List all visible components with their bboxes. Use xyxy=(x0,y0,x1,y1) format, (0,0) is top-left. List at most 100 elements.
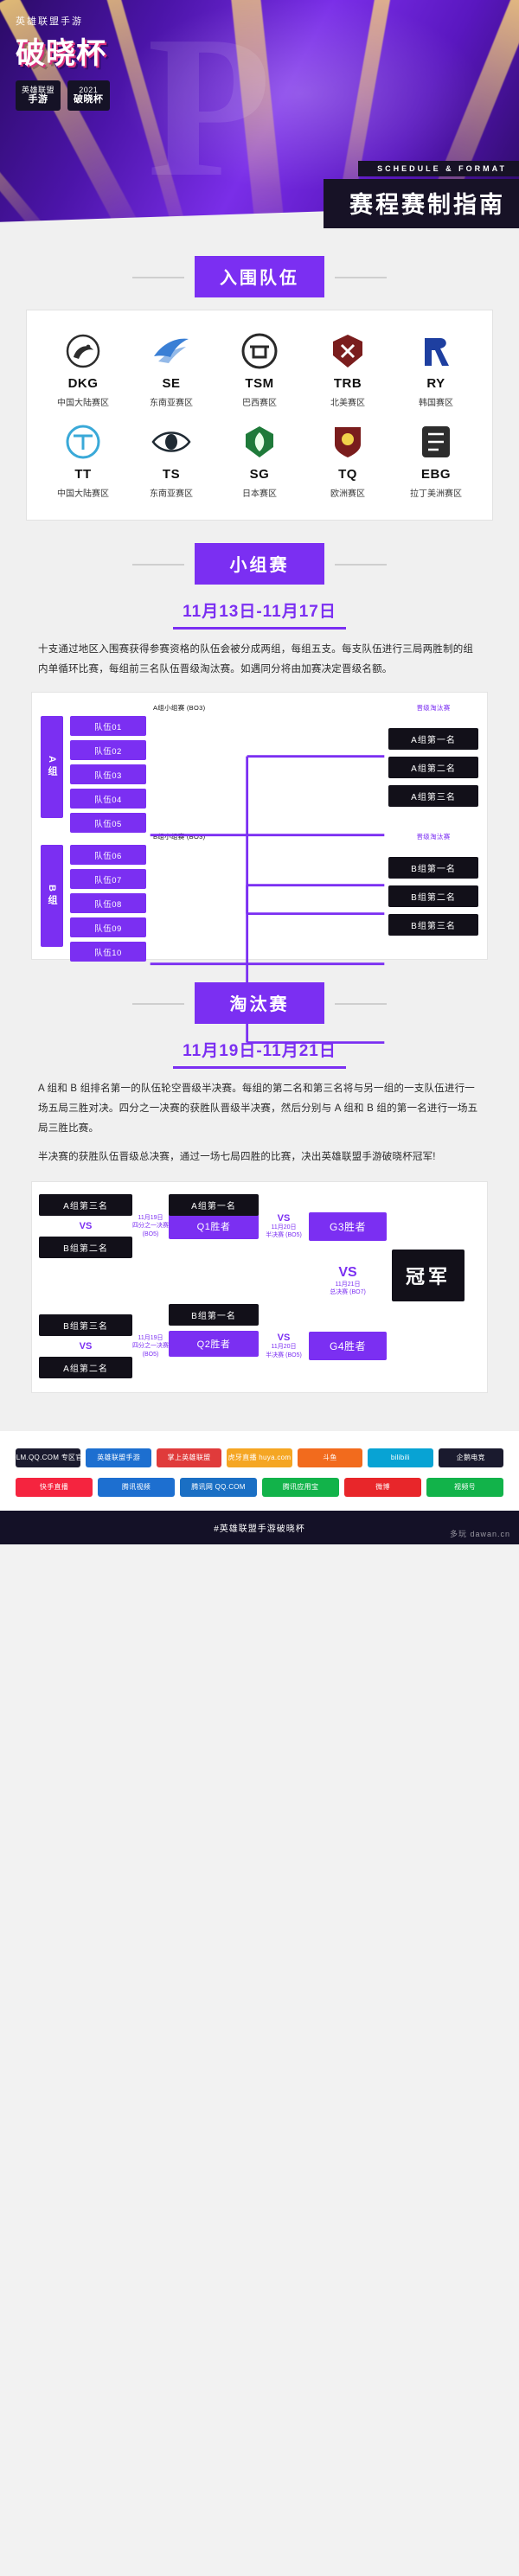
partner-logo[interactable]: 虎牙直播 huya.com xyxy=(227,1448,292,1467)
group-stage-heading: 小组赛 xyxy=(132,543,387,585)
team-card: TT 中国大陆赛区 xyxy=(39,415,127,502)
partner-logo[interactable]: 腾讯应用宝 xyxy=(262,1477,339,1497)
ko-r1-match-2: B组第三名 VS A组第二名 xyxy=(39,1304,132,1378)
team-card: TQ 欧洲赛区 xyxy=(304,415,392,502)
ko-r2-m1-winner: G3胜者 xyxy=(309,1211,387,1241)
ko-r2-m2-note: VS 11月20日 半决赛 (BO5) xyxy=(259,1322,309,1359)
team-card: TRB 北美赛区 xyxy=(304,324,392,412)
team-region: 中国大陆赛区 xyxy=(57,489,109,499)
group-a-team: 队伍02 xyxy=(70,740,146,760)
partner-logo[interactable]: LOLM.QQ.COM 专区官网 xyxy=(16,1448,81,1467)
footer-partners: LOLM.QQ.COM 专区官网英雄联盟手游掌上英雄联盟虎牙直播 huya.co… xyxy=(0,1430,519,1511)
ko-r1-m1-note-text: 四分之一决赛 (BO5) xyxy=(132,1223,169,1237)
teams-heading: 入围队伍 xyxy=(132,256,387,297)
ko-r2-m1-note: VS 11月20日 半决赛 (BO5) xyxy=(259,1213,309,1240)
partner-logo[interactable]: 腾讯网 QQ.COM xyxy=(180,1477,257,1497)
partner-logo[interactable]: 腾讯视频 xyxy=(98,1477,175,1497)
group-b-label: B组 xyxy=(41,845,63,947)
tq-crest-icon xyxy=(328,422,368,462)
team-card: TS 东南亚赛区 xyxy=(127,415,215,502)
ko-r2-m2-note-text: 半决赛 (BO5) xyxy=(266,1352,302,1358)
ko-r1-m2-bottom: A组第二名 xyxy=(39,1356,132,1378)
ko-r2-m2-note-date: 11月20日 xyxy=(271,1344,297,1351)
partner-logo[interactable]: 掌上英雄联盟 xyxy=(156,1448,222,1467)
hero-title: 破晓杯 xyxy=(16,38,106,70)
knockout-heading: 淘汰赛 xyxy=(132,982,387,1024)
partner-logo[interactable]: bilibili xyxy=(368,1448,433,1467)
champion-wrap: 冠军 xyxy=(387,1249,465,1301)
group-b-team: 队伍09 xyxy=(70,917,146,937)
hero-strap-cn: 赛程赛制指南 xyxy=(324,179,519,228)
partner-row-1: LOLM.QQ.COM 专区官网英雄联盟手游掌上英雄联盟虎牙直播 huya.co… xyxy=(16,1443,503,1473)
group-a-label: A组 xyxy=(41,716,63,818)
team-tag: RY xyxy=(426,376,445,391)
ko-r1-m1-note-date: 11月19日 xyxy=(138,1214,163,1221)
team-tag: TT xyxy=(74,467,92,482)
group-b-team: 队伍06 xyxy=(70,845,146,865)
group-a-outcome: A组第二名 xyxy=(388,756,478,778)
group-a-left-caption: A组小组赛 (BO3) xyxy=(153,704,206,712)
infographic-page: P 英雄联盟手游 破晓杯 英雄联盟 手游 2021 破晓杯 SCHEDULE &… xyxy=(0,0,519,1544)
teams-grid: DKG 中国大陆赛区 SE 东南亚赛区 TSM 巴西赛区 TRB 北美赛区 RY 韩国赛区 TT 中国… xyxy=(39,324,480,502)
knockout-text: A 组和 B 组排名第一的队伍轮空晋级半决赛。每组的第二名和第三名将与另一组的一… xyxy=(26,1072,493,1169)
ko-r1-m2-winner: Q2胜者 xyxy=(169,1330,259,1357)
footer-separator xyxy=(0,1392,519,1409)
group-b-right-caption: 晋级淘汰赛 xyxy=(416,833,451,841)
tt-circle-icon xyxy=(63,422,103,462)
ry-wing-icon xyxy=(416,331,456,371)
partner-logo[interactable]: 斗鱼 xyxy=(297,1448,363,1467)
hero-banner: P 英雄联盟手游 破晓杯 英雄联盟 手游 2021 破晓杯 SCHEDULE &… xyxy=(0,0,519,233)
partner-logo[interactable]: 视频号 xyxy=(426,1477,503,1497)
group-b-team: 队伍07 xyxy=(70,869,146,889)
group-a-outcome: A组第三名 xyxy=(388,784,478,807)
team-card: EBG 拉丁美洲赛区 xyxy=(392,415,480,502)
team-region: 日本赛区 xyxy=(242,489,277,499)
badge-lolm: 英雄联盟 手游 xyxy=(16,80,61,111)
team-region: 北美赛区 xyxy=(330,399,365,408)
ko-final-note: VS 11月21日 总决赛 (BO7) xyxy=(309,1258,387,1304)
footer-watermark: 多玩 dawan.cn xyxy=(449,1529,510,1538)
dkg-crest-icon xyxy=(63,331,103,371)
team-card: SG 日本赛区 xyxy=(215,415,304,502)
ko-r2-m1-note-text: 半决赛 (BO5) xyxy=(266,1232,302,1238)
team-tag: TSM xyxy=(245,376,274,391)
partner-logo[interactable]: 企鹅电竞 xyxy=(438,1448,503,1467)
ko-final-note-date: 11月21日 xyxy=(335,1282,361,1288)
group-a-team: 队伍01 xyxy=(70,716,146,736)
group-b-outcome: B组第三名 xyxy=(388,913,478,936)
ko-r2-seed-b: B组第一名 xyxy=(169,1303,259,1326)
team-region: 欧洲赛区 xyxy=(330,489,365,499)
group-a-block: A组 队伍01 队伍02 队伍03 队伍04 队伍05 A组第一名 A组第二名 A组第三名 xyxy=(41,716,478,916)
ts-eye-icon xyxy=(151,422,191,462)
group-b-outcome: B组第一名 xyxy=(388,856,478,879)
ko-r1-match-1: A组第三名 VS B组第二名 xyxy=(39,1194,132,1258)
ko-r2-seed-a: A组第一名 xyxy=(169,1194,259,1216)
partner-row-2: 快手直播 腾讯视频 腾讯网 QQ.COM 腾讯应用宝 微博 视频号 xyxy=(16,1473,503,1502)
badge-cup-top: 2021 xyxy=(79,86,99,94)
ebg-badge-icon xyxy=(416,422,456,462)
group-a-team: 队伍05 xyxy=(70,813,146,833)
partner-logo[interactable]: 微博 xyxy=(344,1477,421,1497)
team-card: TSM 巴西赛区 xyxy=(215,324,304,412)
team-region: 巴西赛区 xyxy=(242,399,277,408)
group-a-team: 队伍03 xyxy=(70,764,146,784)
group-stage-bracket: A组小组赛 (BO3) 晋级淘汰赛 A组 队伍01 队伍02 队伍03 队伍04 队伍0… xyxy=(31,692,488,1045)
ko-r1-m2-top: B组第三名 xyxy=(39,1314,132,1336)
badge-cup-main: 破晓杯 xyxy=(74,94,104,105)
tsm-shield-icon xyxy=(240,331,279,371)
partner-logo[interactable]: 快手直播 xyxy=(16,1477,93,1497)
group-b-team: 队伍08 xyxy=(70,893,146,913)
team-tag: DKG xyxy=(67,376,99,391)
champion-label: 冠军 xyxy=(392,1249,465,1301)
partner-logo[interactable]: 英雄联盟手游 xyxy=(86,1448,151,1467)
group-a-right-caption: 晋级淘汰赛 xyxy=(416,704,451,712)
team-region: 拉丁美洲赛区 xyxy=(410,489,462,499)
group-stage-text: 十支通过地区入围赛获得参赛资格的队伍会被分成两组，每组五支。每支队伍进行三局两胜… xyxy=(26,633,493,681)
group-b-outcome: B组第二名 xyxy=(388,885,478,907)
group-b-block: B组 队伍06 队伍07 队伍08 队伍09 队伍10 B组第一名 B组第二名 B组第三名 xyxy=(41,845,478,1045)
trb-axe-icon xyxy=(328,331,368,371)
ko-r1-m2-winner-wrap: Q2胜者 xyxy=(169,1330,259,1357)
team-region: 韩国赛区 xyxy=(419,399,453,408)
team-tag: TRB xyxy=(333,376,362,391)
ko-r1-m1-note: 11月19日 四分之一决赛 (BO5) xyxy=(132,1214,169,1238)
